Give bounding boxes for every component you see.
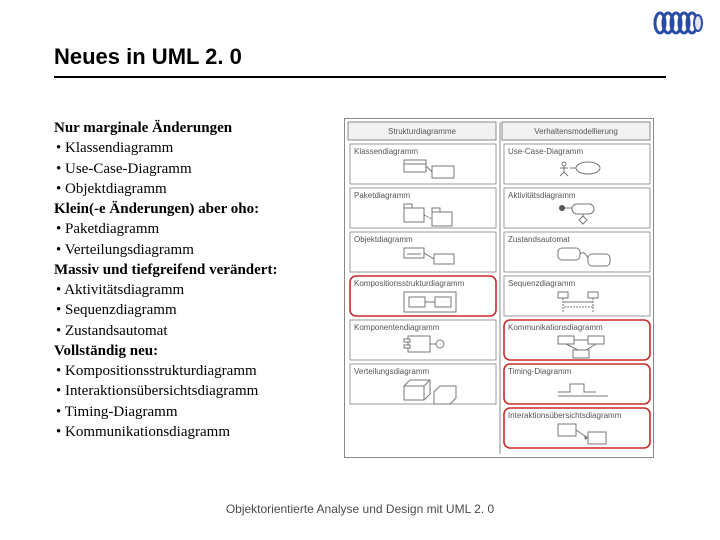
- title-block: Neues in UML 2. 0: [54, 44, 666, 78]
- section-heading: Massiv und tiefgreifend verändert:: [54, 260, 344, 280]
- list-item: • Timing-Diagramm: [54, 402, 344, 422]
- list-item: • Aktivitätsdiagramm: [54, 280, 344, 300]
- list-item-label: Kompositionsstrukturdiagramm: [65, 363, 257, 379]
- list-item: • Sequenzdiagramm: [54, 300, 344, 320]
- svg-text:Kompositionsstrukturdiagramm: Kompositionsstrukturdiagramm: [354, 279, 465, 288]
- title-underline: [54, 76, 666, 78]
- svg-text:Kommunikationsdiagramm: Kommunikationsdiagramm: [508, 323, 603, 332]
- list-item: • Objektdiagramm: [54, 179, 344, 199]
- list-item: • Klassendiagramm: [54, 138, 344, 158]
- svg-text:Aktivitätsdiagramm: Aktivitätsdiagramm: [508, 191, 576, 200]
- figure-column: Strukturdiagramme Verhaltensmodellierung…: [344, 118, 674, 458]
- list-item: • Paketdiagramm: [54, 219, 344, 239]
- list-item-label: Objektdiagramm: [65, 181, 167, 197]
- svg-text:Interaktionsübersichtsdiagramm: Interaktionsübersichtsdiagramm: [508, 411, 622, 420]
- svg-text:Klassendiagramm: Klassendiagramm: [354, 147, 418, 156]
- text-column: Nur marginale Änderungen • Klassendiagra…: [54, 118, 344, 442]
- list-item-label: Kommunikationsdiagramm: [65, 424, 230, 440]
- footer: Objektorientierte Analyse und Design mit…: [0, 502, 720, 516]
- list-item-label: Timing-Diagramm: [65, 404, 178, 420]
- list-item: • Kompositionsstrukturdiagramm: [54, 361, 344, 381]
- list-item: • Interaktionsübersichtsdiagramm: [54, 381, 344, 401]
- list-item-label: Interaktionsübersichtsdiagramm: [65, 383, 258, 399]
- list-item: • Verteilungsdiagramm: [54, 240, 344, 260]
- list-item-label: Sequenzdiagramm: [65, 302, 177, 318]
- list-item-label: Aktivitätsdiagramm: [64, 282, 184, 298]
- svg-text:Paketdiagramm: Paketdiagramm: [354, 191, 410, 200]
- list-item-label: Klassendiagramm: [65, 140, 173, 156]
- list-item: • Zustandsautomat: [54, 321, 344, 341]
- svg-text:Objektdiagramm: Objektdiagramm: [354, 235, 413, 244]
- section-heading: Klein(-e Änderungen) aber oho:: [54, 199, 344, 219]
- list-item-label: Paketdiagramm: [65, 221, 159, 237]
- svg-text:Komponentendiagramm: Komponentendiagramm: [354, 323, 440, 332]
- slide: Neues in UML 2. 0 Nur marginale Änderung…: [0, 0, 720, 540]
- uml-overview-figure: Strukturdiagramme Verhaltensmodellierung…: [344, 118, 654, 458]
- list-item-label: Zustandsautomat: [65, 323, 167, 339]
- list-item: • Kommunikationsdiagramm: [54, 422, 344, 442]
- svg-text:Verhaltensmodellierung: Verhaltensmodellierung: [534, 127, 618, 136]
- section-heading: Nur marginale Änderungen: [54, 118, 344, 138]
- list-item-label: Use-Case-Diagramm: [65, 161, 192, 177]
- section-heading: Vollständig neu:: [54, 341, 344, 361]
- svg-text:Sequenzdiagramm: Sequenzdiagramm: [508, 279, 575, 288]
- list-item: • Use-Case-Diagramm: [54, 159, 344, 179]
- svg-text:Verteilungsdiagramm: Verteilungsdiagramm: [354, 367, 429, 376]
- spring-logo: [650, 6, 708, 45]
- svg-text:Strukturdiagramme: Strukturdiagramme: [388, 127, 457, 136]
- svg-text:Zustandsautomat: Zustandsautomat: [508, 235, 571, 244]
- page-title: Neues in UML 2. 0: [54, 44, 666, 76]
- list-item-label: Verteilungsdiagramm: [65, 242, 194, 258]
- body: Nur marginale Änderungen • Klassendiagra…: [54, 118, 674, 458]
- svg-text:Timing-Diagramm: Timing-Diagramm: [508, 367, 572, 376]
- svg-text:Use-Case-Diagramm: Use-Case-Diagramm: [508, 147, 583, 156]
